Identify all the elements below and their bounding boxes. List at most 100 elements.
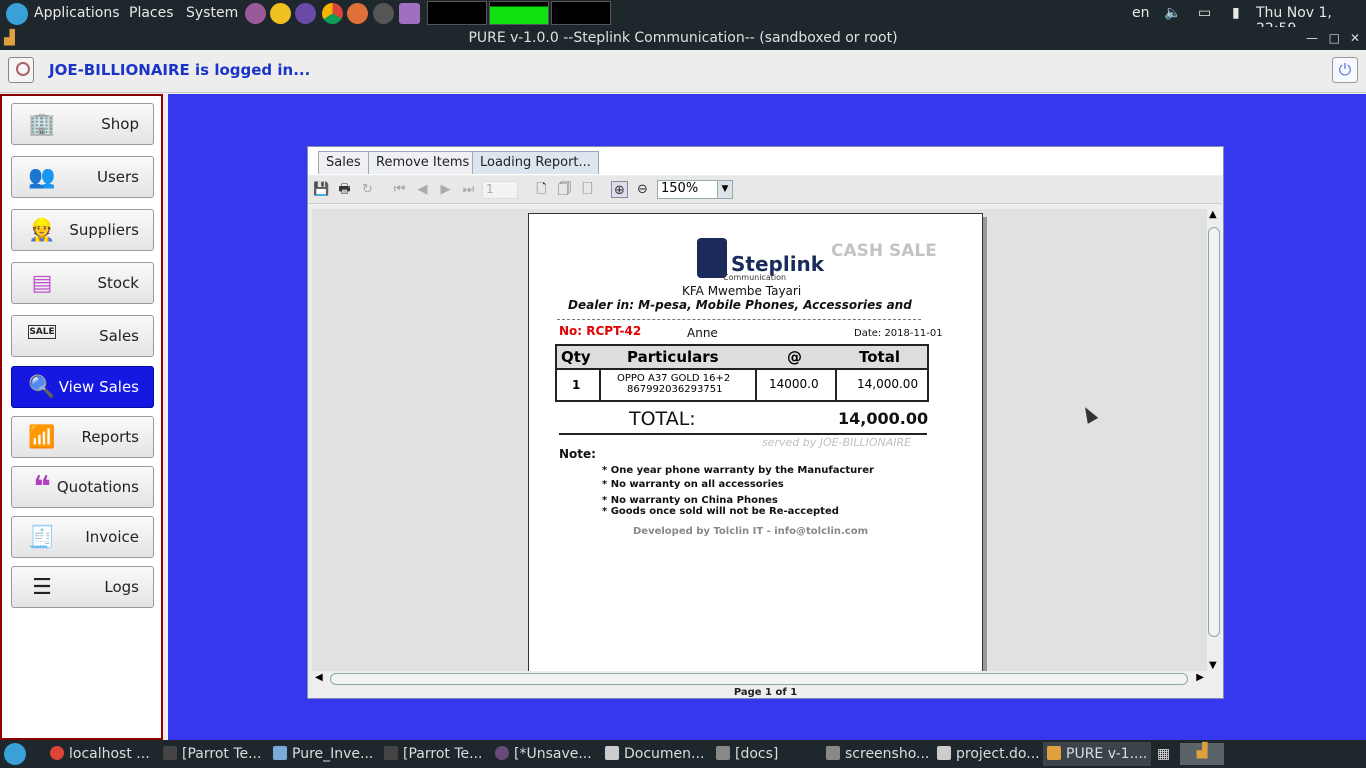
bar-chart-icon: 📶 — [28, 425, 56, 450]
scroll-right-icon[interactable]: ▶ — [1196, 672, 1204, 683]
nav-sales-button[interactable]: SALE Sales — [11, 315, 154, 357]
terminal-launcher-icon[interactable] — [295, 3, 316, 24]
nav-label: Reports — [81, 428, 139, 446]
media-player-launcher-icon[interactable] — [270, 3, 291, 24]
editor-icon — [495, 746, 509, 760]
memory-monitor-graph — [489, 1, 549, 25]
page-number-input[interactable]: 1 — [482, 181, 518, 199]
scroll-thumb[interactable] — [1208, 227, 1220, 637]
tab-sales[interactable]: Sales — [318, 151, 369, 174]
nav-label: Users — [96, 168, 139, 186]
app-window-icon — [1047, 746, 1061, 760]
cpu-monitor-graph — [427, 1, 487, 25]
vertical-scrollbar[interactable]: ▲ ▼ — [1207, 209, 1221, 671]
minimize-button[interactable]: — — [1306, 27, 1318, 50]
nav-shop-button[interactable]: 🏢 Shop — [11, 103, 154, 145]
nav-label: Stock — [97, 274, 139, 292]
firefox-launcher-icon[interactable] — [347, 3, 368, 24]
shell-launcher-icon[interactable] — [373, 3, 394, 24]
save-icon[interactable]: 💾 — [313, 181, 330, 198]
zoom-select[interactable]: 150% ▼ — [657, 180, 733, 199]
nav-users-button[interactable]: 👥 Users — [11, 156, 154, 198]
keyboard-language[interactable]: en — [1132, 5, 1150, 21]
workspace-pager[interactable]: ▟ — [1180, 743, 1224, 765]
zoom-out-icon[interactable]: ⊖ — [634, 181, 651, 198]
horizontal-scrollbar[interactable]: ◀ ▶ — [312, 672, 1221, 686]
scroll-thumb[interactable] — [330, 673, 1188, 685]
nav-reports-button[interactable]: 📶 Reports — [11, 416, 154, 458]
last-page-icon[interactable]: ⏭ — [460, 181, 477, 198]
task-screenshots-folder[interactable]: screensho... — [826, 746, 929, 762]
parrot-logo-icon[interactable] — [6, 3, 28, 25]
nav-stock-button[interactable]: ▤ Stock — [11, 262, 154, 304]
task-document[interactable]: Documen... — [605, 746, 704, 762]
chrome-icon — [50, 746, 64, 760]
previous-page-icon[interactable]: ◀ — [414, 181, 431, 198]
nav-view-sales-button[interactable]: 🔍 View Sales — [11, 366, 154, 408]
tab-loading-report[interactable]: Loading Report... — [472, 151, 599, 174]
task-chrome[interactable]: localhost ... — [50, 746, 150, 762]
tab-remove-items[interactable]: Remove Items — [368, 151, 478, 174]
print-icon[interactable]: 🖶 — [336, 181, 353, 198]
zoom-in-icon[interactable]: ⊕ — [611, 181, 628, 198]
user-avatar-icon — [8, 57, 34, 83]
system-menu[interactable]: System — [186, 5, 238, 21]
main-content-area: Sales Remove Items Loading Report... 💾 🖶… — [168, 94, 1366, 740]
brand-subtitle: Communication — [723, 273, 787, 282]
served-by: served by JOE-BILLIONAIRE — [762, 436, 912, 449]
document-search-icon: 🔍 — [28, 375, 56, 400]
reload-icon[interactable]: ↻ — [359, 181, 376, 198]
nav-suppliers-button[interactable]: 👷 Suppliers — [11, 209, 154, 251]
task-terminal-2[interactable]: [Parrot Te... — [384, 746, 482, 762]
task-terminal-1[interactable]: [Parrot Te... — [163, 746, 261, 762]
note-line: * Goods once sold will not be Re-accepte… — [602, 506, 839, 517]
task-pure-app[interactable]: PURE v-1.... — [1043, 742, 1152, 766]
col-price: @ — [787, 348, 802, 366]
row-qty: 1 — [572, 378, 581, 392]
login-status-bar: JOE-BILLIONAIRE is logged in... ⏻ — [0, 50, 1366, 93]
nav-quotations-button[interactable]: ❝ Quotations — [11, 466, 154, 508]
users-icon: 👥 — [28, 165, 56, 190]
nav-invoice-button[interactable]: 🧾 Invoice — [11, 516, 154, 558]
task-project-document[interactable]: project.do... — [937, 746, 1040, 762]
nav-logs-button[interactable]: ☰ Logs — [11, 566, 154, 608]
row-total: 14,000.00 — [857, 377, 919, 391]
fit-width-icon[interactable]: 🗌 — [579, 181, 596, 198]
actual-size-icon[interactable]: 🗋 — [533, 181, 550, 198]
total-value: 14,000.00 — [838, 409, 929, 428]
network-monitor-graph — [551, 1, 611, 25]
folder-icon — [826, 746, 840, 760]
task-label: [docs] — [735, 746, 779, 762]
scroll-up-icon[interactable]: ▲ — [1209, 209, 1217, 220]
window-title-bar[interactable]: ▟ PURE v-1.0.0 --Steplink Communication-… — [0, 27, 1366, 50]
chrome-launcher-icon[interactable] — [322, 3, 343, 24]
scroll-left-icon[interactable]: ◀ — [315, 672, 323, 683]
next-page-icon[interactable]: ▶ — [437, 181, 454, 198]
maximize-button[interactable]: □ — [1329, 27, 1340, 50]
first-page-icon[interactable]: ⏮ — [391, 181, 408, 198]
task-pure-inventory[interactable]: Pure_Inve... — [273, 746, 373, 762]
browser-launcher-icon[interactable] — [245, 3, 266, 24]
nav-label: Shop — [101, 115, 139, 133]
logout-power-button[interactable]: ⏻ — [1332, 57, 1358, 83]
application-window: JOE-BILLIONAIRE is logged in... ⏻ 🏢 Shop… — [0, 50, 1366, 740]
task-docs-folder[interactable]: [docs] — [716, 746, 778, 762]
text-editor-launcher-icon[interactable] — [399, 3, 420, 24]
battery-icon[interactable]: ▮ — [1232, 5, 1240, 21]
document-icon — [605, 746, 619, 760]
applications-menu[interactable]: Applications — [34, 5, 120, 21]
display-icon[interactable]: ▭ — [1198, 5, 1211, 21]
quote-icon: ❝ — [33, 470, 51, 505]
page-status: Page 1 of 1 — [733, 687, 798, 698]
workspace-switcher-icon[interactable]: ▦ — [1157, 746, 1170, 762]
task-unsaved[interactable]: [*Unsave... — [495, 746, 592, 762]
places-menu[interactable]: Places — [129, 5, 174, 21]
fit-page-icon[interactable]: 🗍 — [556, 181, 573, 198]
volume-icon[interactable]: 🔈 — [1164, 5, 1181, 21]
list-icon: ☰ — [32, 575, 52, 600]
chevron-down-icon[interactable]: ▼ — [717, 181, 732, 198]
zoom-value: 150% — [661, 181, 699, 196]
close-button[interactable]: ✕ — [1350, 27, 1360, 50]
scroll-down-icon[interactable]: ▼ — [1209, 660, 1217, 671]
parrot-menu-icon[interactable] — [4, 743, 26, 765]
